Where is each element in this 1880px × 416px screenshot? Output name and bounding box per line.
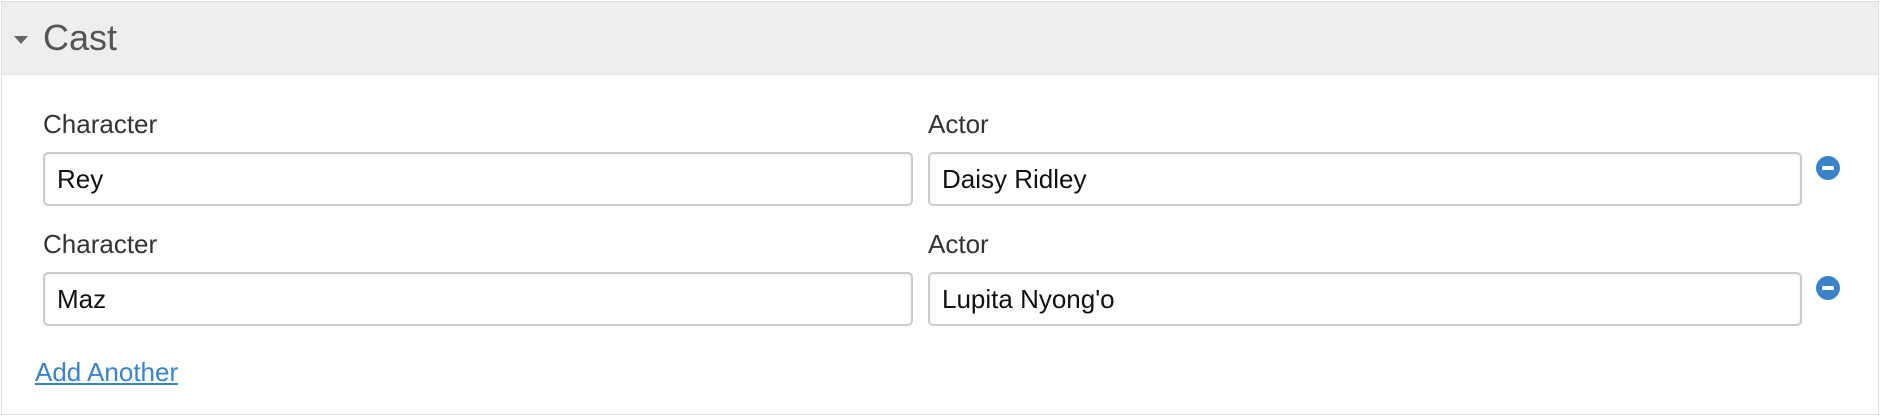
character-label: Character <box>43 109 158 139</box>
cast-row: Character Actor <box>2 219 1878 329</box>
minus-circle-icon[interactable] <box>1816 156 1840 180</box>
minus-circle-icon[interactable] <box>1816 276 1840 300</box>
character-label: Character <box>43 229 158 259</box>
cast-panel: Cast Character Actor Character Actor Add… <box>1 1 1879 415</box>
minus-bar <box>1822 166 1834 170</box>
actor-input[interactable] <box>928 152 1802 206</box>
panel-title: Cast <box>43 17 118 58</box>
cast-row: Character Actor <box>2 99 1878 209</box>
add-another-link[interactable]: Add Another <box>35 357 178 387</box>
caret-down-icon[interactable] <box>14 36 28 44</box>
character-input[interactable] <box>43 272 913 326</box>
character-input[interactable] <box>43 152 913 206</box>
actor-label: Actor <box>928 229 989 259</box>
actor-label: Actor <box>928 109 989 139</box>
cast-panel-header[interactable]: Cast <box>2 2 1878 75</box>
minus-bar <box>1822 286 1834 290</box>
actor-input[interactable] <box>928 272 1802 326</box>
